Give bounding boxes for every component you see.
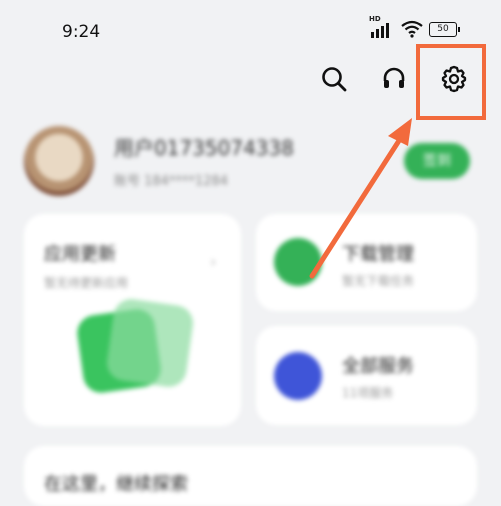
signal-icon: HD (369, 15, 395, 38)
search-icon[interactable] (317, 62, 351, 96)
username: 用户01735074338 (114, 136, 294, 160)
chevron-right-icon: › (210, 252, 217, 271)
network-type-label: HD (369, 15, 381, 23)
profile-section[interactable]: 用户01735074338 账号 184****1284 签到 (24, 126, 484, 196)
app-update-subtitle: 暂无待更新应用 (44, 276, 129, 290)
all-services-subtitle: 11项服务 (342, 386, 394, 400)
account-number: 账号 184****1284 (114, 174, 229, 189)
explore-title: 在这里，继续探索 (44, 474, 188, 495)
status-icons: HD 50 (369, 15, 460, 38)
headset-icon[interactable] (377, 62, 411, 96)
wifi-icon (401, 20, 423, 38)
grid-icon (274, 352, 322, 400)
download-manager-card[interactable]: 下载管理 暂无下载任务 (256, 214, 477, 311)
avatar[interactable] (24, 126, 94, 196)
signin-button[interactable]: 签到 (404, 143, 470, 179)
download-icon (274, 238, 322, 286)
all-services-card[interactable]: 全部服务 11项服务 (256, 326, 477, 425)
battery-indicator: 50 (429, 21, 460, 37)
app-update-card[interactable]: 应用更新 暂无待更新应用 › (24, 214, 241, 426)
app-update-title: 应用更新 (44, 244, 116, 265)
download-manager-subtitle: 暂无下载任务 (342, 274, 415, 288)
status-time: 9:24 (62, 22, 101, 42)
settings-highlight-box (416, 44, 486, 120)
app-update-illustration (74, 296, 196, 402)
all-services-title: 全部服务 (342, 356, 414, 377)
explore-card[interactable]: 在这里，继续探索 (24, 446, 477, 506)
download-manager-title: 下载管理 (342, 244, 414, 265)
